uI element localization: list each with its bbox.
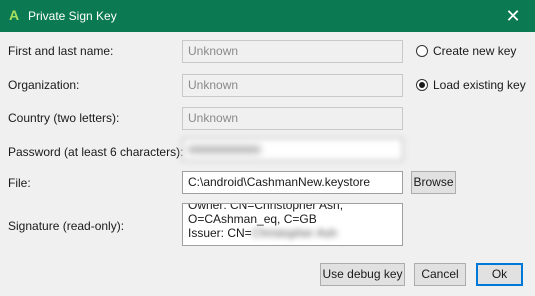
ok-button[interactable]: Ok xyxy=(476,263,523,286)
name-label: First and last name: xyxy=(8,44,114,58)
load-existing-key-radio[interactable] xyxy=(416,79,428,91)
title-bar: A Private Sign Key ✕ xyxy=(0,0,535,32)
cancel-button[interactable]: Cancel xyxy=(414,263,466,286)
window-title: Private Sign Key xyxy=(28,9,117,23)
close-icon[interactable]: ✕ xyxy=(503,6,523,26)
country-field[interactable]: Unknown xyxy=(182,107,403,130)
create-new-key-radio[interactable] xyxy=(416,45,428,57)
password-field[interactable]: ●●●●●●●●●● xyxy=(182,138,403,161)
signature-issuer-name: Christopher Ash xyxy=(251,226,338,240)
password-label: Password (at least 6 characters): xyxy=(8,145,184,159)
app-logo-icon: A xyxy=(9,7,20,23)
organization-label: Organization: xyxy=(8,78,80,92)
use-debug-key-button[interactable]: Use debug key xyxy=(320,263,405,286)
create-new-key-option[interactable]: Create new key xyxy=(416,43,516,59)
signature-issuer-line: Issuer: CN=Christopher Ash xyxy=(188,226,397,240)
browse-button[interactable]: Browse xyxy=(411,171,456,194)
organization-field[interactable]: Unknown xyxy=(182,74,403,97)
signature-org-line: O=CAshman_eq, C=GB xyxy=(188,212,317,226)
signature-field[interactable]: Owner: CN=Christopher Ash, O=CAshman_eq,… xyxy=(182,203,403,246)
signature-owner-line: Owner: CN=Christopher Ash, xyxy=(188,203,344,212)
file-path-field[interactable]: C:\android\CashmanNew.keystore xyxy=(182,171,403,194)
signature-issuer-prefix: Issuer: CN= xyxy=(188,226,252,240)
country-label: Country (two letters): xyxy=(8,111,120,125)
load-existing-key-label: Load existing key xyxy=(433,78,526,92)
file-label: File: xyxy=(8,176,31,190)
signature-label: Signature (read-only): xyxy=(8,219,125,233)
name-field[interactable]: Unknown xyxy=(182,40,403,63)
load-existing-key-option[interactable]: Load existing key xyxy=(416,77,526,93)
create-new-key-label: Create new key xyxy=(433,44,517,58)
